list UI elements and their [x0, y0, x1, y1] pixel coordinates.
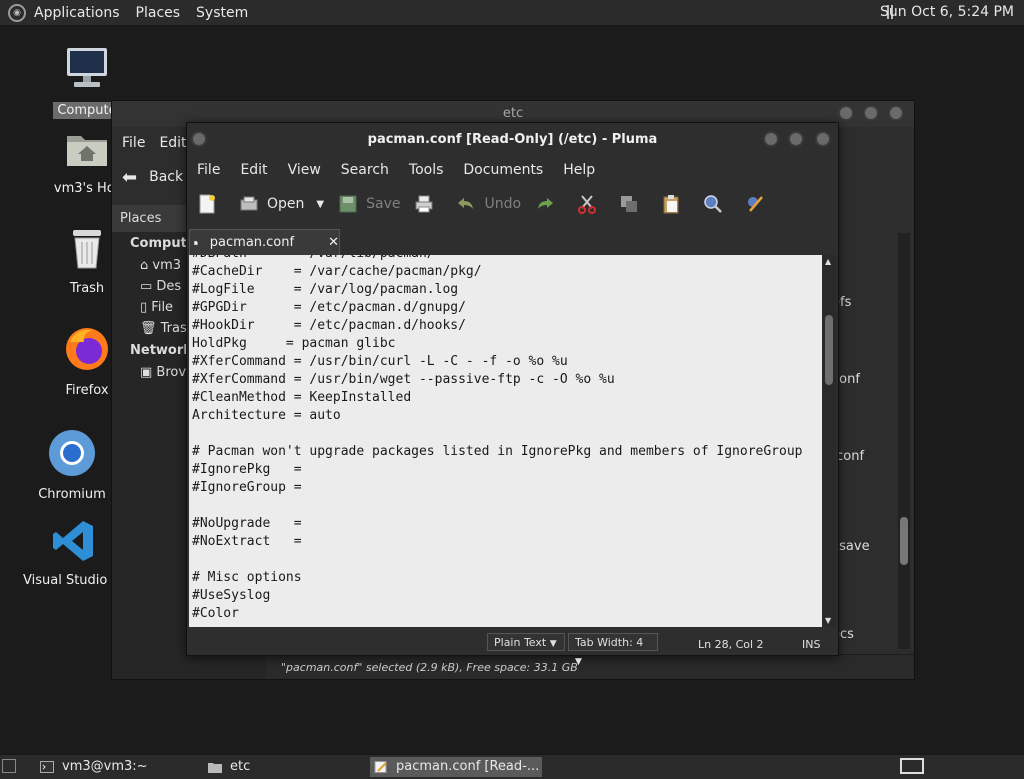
chevron-down-icon: ▼	[549, 639, 557, 649]
menu-file[interactable]: File	[197, 162, 220, 178]
tab-pacman-conf[interactable]: pacman.conf ✕	[189, 229, 340, 255]
menu-edit[interactable]: Edit	[240, 162, 267, 178]
copy-button[interactable]	[619, 194, 647, 214]
menu-search[interactable]: Search	[341, 162, 389, 178]
open-icon	[240, 196, 258, 211]
applications-menu[interactable]: Applications	[26, 5, 128, 21]
task-pluma[interactable]: pacman.conf [Read-...	[370, 757, 542, 777]
syntax-selector[interactable]: Plain Text ▼	[487, 633, 565, 651]
system-menu[interactable]: System	[188, 5, 256, 21]
close-tab-icon[interactable]: ✕	[328, 235, 339, 250]
statusbar: "pacman.conf" selected (2.9 kB), Free sp…	[267, 654, 914, 679]
close-icon[interactable]	[888, 105, 904, 121]
home-icon: ⌂	[140, 258, 153, 273]
menu-view[interactable]: View	[288, 162, 321, 178]
print-button[interactable]	[414, 194, 442, 214]
menu-file[interactable]: File	[122, 135, 145, 151]
insert-mode: INS	[802, 638, 821, 651]
new-button[interactable]	[197, 194, 225, 214]
menu-help[interactable]: Help	[563, 162, 595, 178]
show-desktop-icon[interactable]	[2, 759, 16, 773]
paste-button[interactable]	[661, 194, 689, 214]
tab-width-selector[interactable]: Tab Width: 4 ▼	[568, 633, 658, 667]
scroll-down-icon[interactable]: ▼	[825, 616, 831, 625]
cursor-position: Ln 28, Col 2	[698, 638, 764, 651]
menubar: File Edit View Search Tools Documents He…	[187, 157, 838, 183]
replace-icon	[748, 196, 764, 212]
window-menu-icon[interactable]	[191, 131, 207, 147]
chevron-down-icon: ▼	[575, 657, 582, 667]
scroll-up-icon[interactable]: ▲	[825, 257, 831, 266]
undo-icon	[458, 198, 474, 209]
redo-icon	[538, 198, 554, 209]
top-panel: ◉ Applications Places System Sun Oct 6, …	[0, 0, 1024, 26]
desktop-icon-label: Trash	[69, 281, 105, 296]
folder-icon: ▭	[140, 279, 157, 294]
menu-tools[interactable]: Tools	[409, 162, 444, 178]
pluma-window: pacman.conf [Read-Only] (/etc) - Pluma F…	[186, 122, 839, 667]
chevron-down-icon[interactable]: ▼	[316, 199, 324, 210]
places-menu[interactable]: Places	[128, 5, 189, 21]
scrollbar-thumb[interactable]	[825, 315, 833, 385]
taskbar: vm3@vm3:~ etc pacman.conf [Read-...	[0, 754, 1024, 779]
back-arrow-icon[interactable]: ⬅	[122, 167, 137, 188]
task-terminal[interactable]: vm3@vm3:~	[36, 757, 202, 777]
copy-icon	[621, 196, 638, 212]
scrollbar-thumb[interactable]	[900, 517, 908, 565]
print-icon	[415, 195, 433, 213]
maximize-icon[interactable]	[863, 105, 879, 121]
mate-logo-icon[interactable]: ◉	[8, 3, 26, 22]
maximize-icon[interactable]	[788, 131, 804, 147]
find-button[interactable]	[703, 194, 731, 214]
file-list-scrollbar[interactable]	[898, 233, 910, 649]
text-file-icon	[194, 240, 198, 245]
editor-scrollbar[interactable]: ▲ ▼	[822, 255, 836, 627]
clock[interactable]: Sun Oct 6, 5:24 PM	[880, 4, 1014, 20]
task-file-manager[interactable]: etc	[204, 757, 368, 777]
desktop-icon-label: Firefox	[65, 383, 109, 398]
terminal-icon	[40, 761, 54, 773]
desktop-icon-label: Chromium	[38, 487, 106, 502]
save-button[interactable]: Save	[338, 194, 400, 214]
menu-edit[interactable]: Edit	[159, 135, 186, 151]
drive-icon: ▯	[140, 300, 152, 315]
menu-documents[interactable]: Documents	[463, 162, 543, 178]
trash-icon: 🗑	[140, 321, 161, 336]
replace-button[interactable]	[745, 194, 773, 214]
close-icon[interactable]	[815, 131, 831, 147]
text-editor-icon	[374, 761, 387, 773]
cut-button[interactable]	[577, 194, 605, 214]
minimize-icon[interactable]	[763, 131, 779, 147]
document-tabs: pacman.conf ✕	[187, 225, 838, 255]
statusbar: Plain Text ▼ Tab Width: 4 ▼ Ln 28, Col 2…	[187, 629, 838, 667]
minimize-icon[interactable]	[838, 105, 854, 121]
workspace-switcher[interactable]	[900, 758, 924, 774]
cut-icon	[578, 195, 597, 214]
text-editor[interactable]: #DBPath = /var/lib/pacman/ #CacheDir = /…	[189, 255, 822, 627]
paste-icon	[663, 195, 679, 214]
save-icon	[339, 195, 357, 213]
find-icon	[704, 195, 722, 213]
computer-icon	[32, 44, 142, 98]
toolbar: Open ▼ Save Undo	[187, 183, 838, 225]
open-button[interactable]: Open ▼	[239, 194, 324, 214]
undo-button[interactable]: Undo	[456, 194, 521, 214]
folder-icon	[208, 763, 222, 773]
back-button[interactable]: Back	[149, 169, 183, 185]
redo-button[interactable]	[535, 194, 563, 214]
window-title[interactable]: pacman.conf [Read-Only] (/etc) - Pluma	[187, 123, 838, 157]
network-icon: ▣	[140, 365, 157, 380]
editor-content[interactable]: #DBPath = /var/lib/pacman/ #CacheDir = /…	[189, 255, 822, 623]
new-document-icon	[199, 194, 215, 214]
